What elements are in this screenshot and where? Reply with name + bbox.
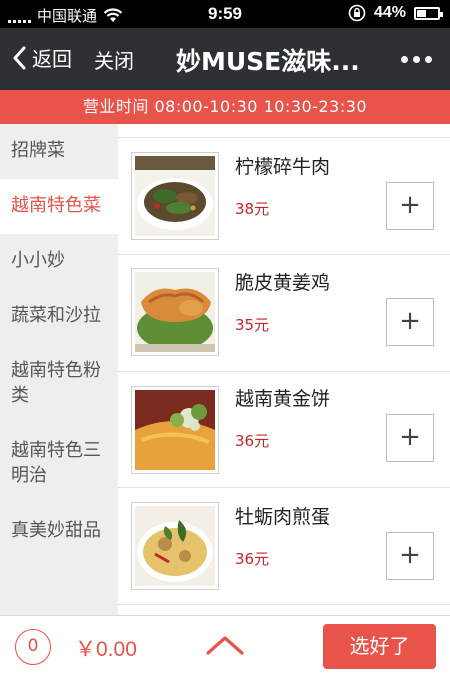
category-vegetables-salad[interactable]: 蔬菜和沙拉 (0, 289, 118, 344)
more-dots-icon[interactable] (401, 56, 432, 63)
battery-percent: 44% (373, 4, 406, 21)
checkout-button[interactable]: 选好了 (323, 624, 436, 669)
dish-price: 35元 (235, 316, 270, 334)
cart-total: ￥0.00 (75, 638, 137, 661)
business-hours-banner: 营业时间 08:00-10:30 10:30-23:30 (0, 90, 450, 124)
rotation-lock-icon (348, 4, 366, 22)
dish-name: 柠檬碎牛肉 (235, 156, 331, 178)
close-button[interactable]: 关闭 (94, 45, 134, 74)
add-to-cart-button[interactable]: + (386, 298, 434, 346)
dish-price: 36元 (235, 550, 270, 568)
category-desserts[interactable]: 真美妙甜品 (0, 504, 118, 559)
add-to-cart-button[interactable]: + (386, 532, 434, 580)
add-to-cart-button[interactable]: + (386, 182, 434, 230)
dish-photo[interactable] (131, 268, 219, 356)
cart-bar: 0 ￥0.00 选好了 (0, 615, 450, 675)
menu-list: 柠檬碎牛肉 38元 + 脆皮黄姜鸡 35元 + 越南黄金饼 36元 + 牡蛎肉煎… (118, 124, 450, 615)
dish-photo[interactable] (131, 152, 219, 240)
back-label: 返回 (32, 47, 72, 71)
back-button[interactable]: 返回 (12, 43, 72, 72)
status-bar: 中国联通 9:59 44% (0, 0, 450, 28)
chevron-up-icon (206, 636, 244, 655)
page-title: 妙MUSE滋味... (176, 47, 360, 76)
menu-item: 柠檬碎牛肉 38元 + (118, 138, 450, 255)
chevron-left-icon (13, 46, 26, 69)
dish-name: 脆皮黄姜鸡 (235, 272, 331, 294)
menu-item: 越南黄金饼 36元 + (118, 371, 450, 488)
category-noodles[interactable]: 越南特色粉类 (0, 344, 118, 424)
nav-bar: 返回 关闭 妙MUSE滋味... (0, 28, 450, 90)
expand-cart-button[interactable] (205, 634, 245, 660)
dish-price: 36元 (235, 432, 270, 450)
category-small-plates[interactable]: 小小妙 (0, 234, 118, 289)
cart-count-badge[interactable]: 0 (15, 629, 51, 665)
dish-name: 越南黄金饼 (235, 388, 331, 410)
add-to-cart-button[interactable]: + (386, 414, 434, 462)
menu-item: 牡蛎肉煎蛋 36元 + (118, 488, 450, 605)
battery-icon (414, 6, 443, 20)
category-sandwiches[interactable]: 越南特色三明治 (0, 424, 118, 504)
dish-photo[interactable] (131, 386, 219, 474)
menu-item: 脆皮黄姜鸡 35元 + (118, 255, 450, 372)
category-vietnamese-specialties[interactable]: 越南特色菜 (0, 179, 118, 234)
dish-price: 38元 (235, 200, 270, 218)
dish-name: 牡蛎肉煎蛋 (235, 506, 331, 528)
category-sidebar: 招牌菜 越南特色菜 小小妙 蔬菜和沙拉 越南特色粉类 越南特色三明治 真美妙甜品 (0, 124, 118, 615)
category-signature[interactable]: 招牌菜 (0, 124, 118, 179)
dish-photo[interactable] (131, 502, 219, 590)
